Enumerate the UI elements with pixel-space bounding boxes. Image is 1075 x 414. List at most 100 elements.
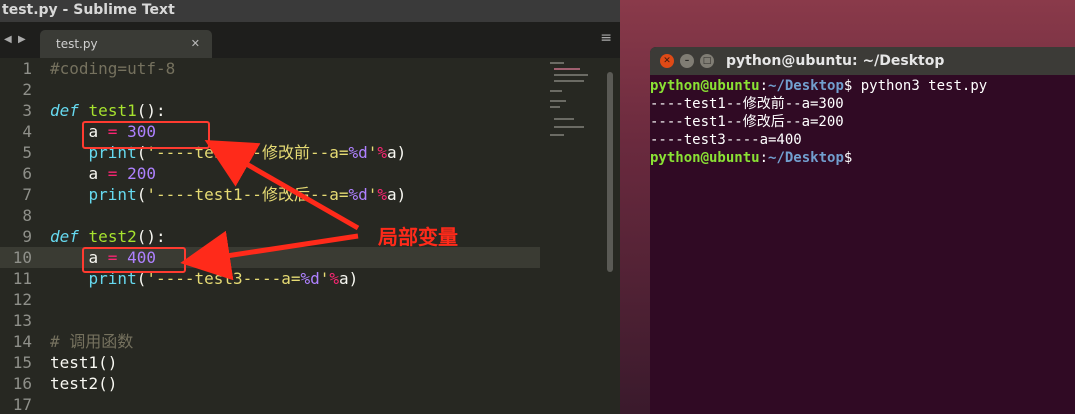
comment: # 调用函数 [50,332,134,351]
prompt-path: ~/Desktop [768,150,844,166]
comment: #coding=utf-8 [50,59,176,78]
line-number: 10 [12,248,32,267]
string: '----test1-- [146,185,262,204]
line-number: 9 [22,227,32,246]
maximize-icon[interactable]: □ [700,54,714,68]
punctuation: a) [387,185,407,204]
string: 修改前 [261,143,310,162]
line-number-gutter: 1 2 3 4 5 6 7 8 9 10 11 12 13 14 15 16 17 [0,58,42,414]
line-number: 1 [22,59,32,78]
window-title: test.py - Sublime Text [2,2,175,18]
operator: % [377,143,388,162]
close-icon[interactable]: ✕ [660,54,674,68]
sublime-window: test.py - Sublime Text ◀ ▶ test.py ✕ ≡ 1… [0,0,620,414]
minimap-line [550,100,566,102]
minimap-line [554,118,574,120]
keyword: def [50,101,79,120]
terminal-title-bar[interactable]: ✕ – □ python@ubuntu: ~/Desktop [650,47,1075,75]
tab-test-py[interactable]: test.py ✕ [40,30,212,58]
prompt-sep: : [759,150,769,166]
function-name: test2 [88,227,137,246]
string: 修改后 [261,185,310,204]
nav-back-icon[interactable]: ◀ [4,34,12,45]
line-number: 13 [12,311,32,330]
code-line-6: a = 200 [50,163,540,184]
code-line-3: def test1(): [50,100,540,121]
code-line-1: #coding=utf-8 [50,58,540,79]
code-line-14: # 调用函数 [50,331,540,352]
line-number: 3 [22,101,32,120]
line-number: 15 [12,353,32,372]
function-name: test1 [88,101,137,120]
line-number: 6 [22,164,32,183]
terminal-line-prompt: python@ubuntu:~/Desktop$ [650,149,1075,167]
terminal-output[interactable]: python@ubuntu:~/Desktop$ python3 test.py… [650,77,1075,167]
terminal-line-output: ----test1--修改后--a=200 [650,114,844,130]
tab-bar: ◀ ▶ test.py ✕ ≡ [0,22,620,58]
operator: = [98,164,128,183]
minimap-line [554,126,584,128]
highlight-box-a300 [82,121,210,149]
minimap-line [554,74,588,76]
format-spec: %d [348,185,368,204]
line-number: 2 [22,80,32,99]
annotation-label: 局部变量 [378,225,458,249]
close-icon[interactable]: ✕ [191,30,200,58]
terminal-line-output: ----test3----a=400 [650,132,802,148]
sublime-title-bar: test.py - Sublime Text [0,0,620,22]
punctuation: ( [136,185,147,204]
punctuation: (): [136,101,166,120]
function-call: test2() [50,374,118,393]
line-number: 11 [12,269,32,288]
string: ' [367,143,378,162]
line-number: 4 [22,122,32,141]
line-number: 12 [12,290,32,309]
line-number: 17 [12,395,32,414]
code-line-9: def test2(): [50,226,540,247]
minimap-line [550,90,562,92]
minimap-line [550,134,564,136]
code-line-15: test1() [50,352,540,373]
code-area[interactable]: #coding=utf-8 def test1(): a = 300 print… [50,58,540,414]
prompt-dollar: $ [843,150,853,166]
prompt-user: python@ubuntu [650,78,760,94]
function-call: test1() [50,353,118,372]
string: --a= [309,143,349,162]
operator: % [329,269,340,288]
prompt-user: python@ubuntu [650,150,760,166]
minimap-line [550,62,564,64]
terminal-window[interactable]: ✕ – □ python@ubuntu: ~/Desktop python@ub… [650,47,1075,414]
terminal-line-output: ----test1--修改前--a=300 [650,96,844,112]
line-number: 14 [12,332,32,351]
code-line-7: print('----test1--修改后--a=%d'%a) [50,184,540,205]
minimap-line [554,80,584,82]
highlight-box-a400 [82,247,186,273]
line-number: 5 [22,143,32,162]
minimap-line [554,68,580,70]
string: ' [319,269,330,288]
builtin: print [88,185,137,204]
punctuation: a) [339,269,359,288]
operator: % [377,185,388,204]
menu-icon[interactable]: ≡ [600,30,612,46]
terminal-title: python@ubuntu: ~/Desktop [726,53,945,69]
prompt-path: ~/Desktop [768,78,844,94]
keyword: def [50,227,79,246]
minimize-icon[interactable]: – [680,54,694,68]
minimap[interactable] [550,60,606,180]
vertical-scrollbar[interactable] [607,72,613,272]
format-spec: %d [300,269,320,288]
variable: a [88,164,99,183]
prompt-sep: : [759,78,769,94]
punctuation: a) [387,143,407,162]
nav-forward-icon[interactable]: ▶ [18,34,26,45]
punctuation: (): [136,227,166,246]
command-text: python3 test.py [852,78,988,94]
